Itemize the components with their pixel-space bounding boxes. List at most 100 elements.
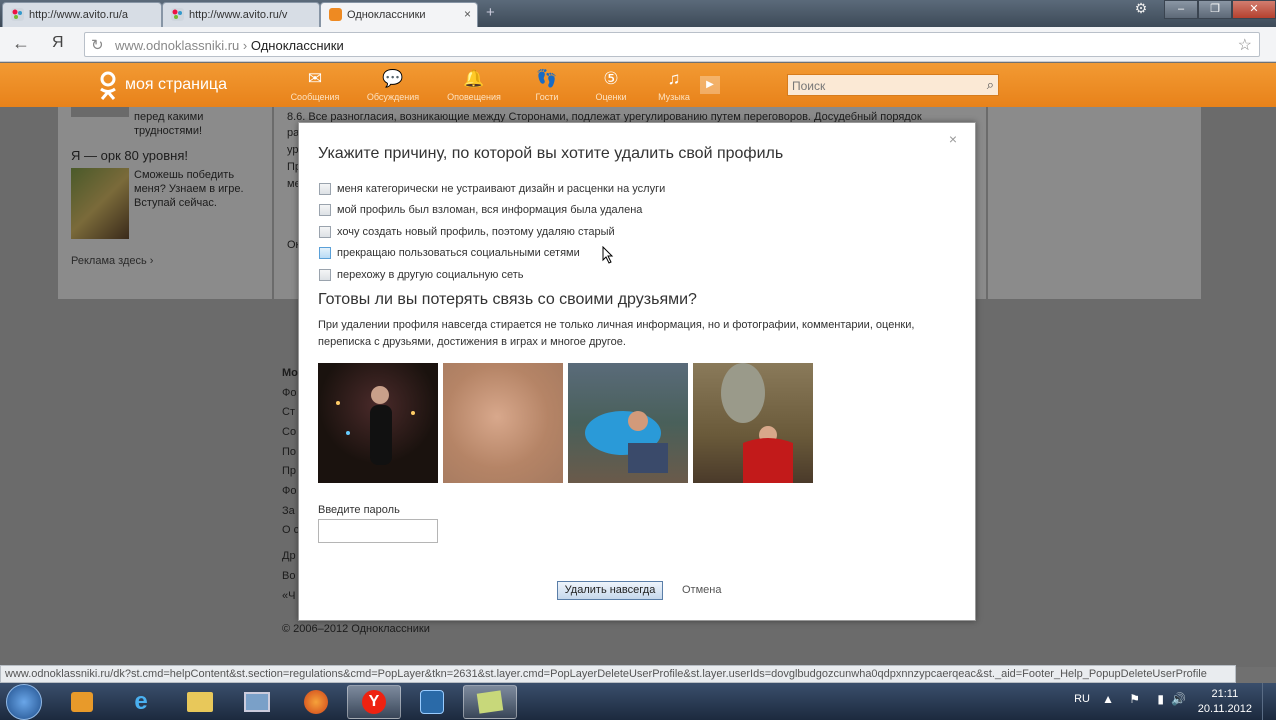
- ads-link[interactable]: Реклама здесь ›: [71, 254, 153, 268]
- footer-link[interactable]: Мо: [282, 366, 298, 380]
- reason-label: перехожу в другую социальную сеть: [337, 268, 524, 281]
- password-label: Введите пароль: [318, 504, 400, 516]
- agreement-fragment: ур: [287, 144, 299, 156]
- tray-expand-icon[interactable]: ▲: [1102, 692, 1114, 706]
- odnoklassniki-logo-icon[interactable]: [96, 71, 120, 101]
- rating-icon: ⑤: [603, 69, 619, 88]
- tab-label: http://www.avito.ru/a: [29, 9, 129, 21]
- reason-checkbox[interactable]: [319, 268, 331, 281]
- site-search-input[interactable]: Поиск ⌕: [787, 74, 999, 96]
- footer-link[interactable]: Фо: [282, 484, 296, 498]
- reason-option[interactable]: хочу создать новый профиль, поэтому удал…: [319, 221, 665, 243]
- close-window-button[interactable]: ✕: [1232, 0, 1276, 19]
- nav-label: Обсуждения: [366, 92, 420, 102]
- notes-icon[interactable]: [463, 685, 517, 719]
- tab-label: Одноклассники: [347, 9, 426, 21]
- site-header: моя страница ✉ Сообщения 💬 Обсуждения 🔔 …: [0, 63, 1276, 107]
- envelope-icon: ✉: [307, 69, 323, 88]
- reason-checkbox[interactable]: [319, 247, 331, 260]
- nav-label: Оповещения: [447, 92, 501, 102]
- orc-game-title[interactable]: Я — орк 80 уровня!: [71, 149, 188, 163]
- nav-discussions[interactable]: 💬 Обсуждения: [363, 68, 423, 102]
- network-icon[interactable]: ▮: [1157, 692, 1164, 706]
- flag-icon[interactable]: ⚑: [1129, 692, 1140, 706]
- url-separator: ›: [242, 38, 248, 53]
- orc-game-image[interactable]: [71, 168, 129, 239]
- new-tab-button[interactable]: +: [486, 4, 495, 21]
- start-button[interactable]: [6, 684, 42, 720]
- search-placeholder: Поиск: [792, 79, 826, 93]
- nav-music[interactable]: ♫ Музыка: [644, 68, 704, 102]
- footer-link[interactable]: Со: [282, 425, 296, 439]
- friend-photo[interactable]: [443, 363, 563, 483]
- password-field[interactable]: [318, 519, 438, 543]
- windows-taskbar: e Y RU ▲ ⚑ ▮ 🔊 21:11 20.11.2012: [0, 683, 1276, 720]
- my-page-link[interactable]: моя страница: [125, 76, 227, 94]
- nav-notifications[interactable]: 🔔 Оповещения: [444, 68, 504, 102]
- yandex-browser-icon[interactable]: Y: [347, 685, 401, 719]
- media-player-icon[interactable]: [55, 685, 109, 719]
- file-explorer-icon[interactable]: [173, 685, 227, 719]
- nav-ratings[interactable]: ⑤ Оценки: [581, 68, 641, 102]
- system-tray: RU ▲ ⚑ ▮ 🔊 21:11 20.11.2012: [1056, 683, 1276, 720]
- browser-tab-avito-2[interactable]: http://www.avito.ru/v: [162, 2, 320, 27]
- nav-messages[interactable]: ✉ Сообщения: [285, 68, 345, 102]
- footer-link[interactable]: Пр: [282, 464, 296, 478]
- discussion-icon: 💬: [382, 69, 404, 88]
- footer-link[interactable]: Фо: [282, 386, 296, 400]
- firefox-icon[interactable]: [289, 685, 343, 719]
- friend-photo[interactable]: [693, 363, 813, 483]
- reason-option[interactable]: меня категорически не устраивают дизайн …: [319, 178, 665, 200]
- bookmark-star-icon[interactable]: ☆: [1238, 35, 1252, 55]
- play-icon[interactable]: ▶: [700, 76, 720, 94]
- back-arrow-icon[interactable]: ←: [12, 33, 30, 54]
- gear-icon[interactable]: ⚙: [1126, 0, 1156, 20]
- reason-label: прекращаю пользоваться социальными сетям…: [337, 247, 580, 260]
- music-icon: ♫: [667, 69, 681, 88]
- friend-photo[interactable]: [568, 363, 688, 483]
- footer-link[interactable]: Во: [282, 569, 295, 583]
- footer-link[interactable]: Др: [282, 549, 296, 563]
- show-desktop-button[interactable]: [1262, 683, 1276, 720]
- right-column: [988, 107, 1201, 299]
- minimize-button[interactable]: –: [1164, 0, 1198, 19]
- reason-checkbox[interactable]: [319, 182, 331, 195]
- friends-title: Готовы ли вы потерять связь со своими др…: [318, 291, 697, 308]
- close-icon[interactable]: ×: [949, 131, 957, 147]
- maximize-button[interactable]: ❐: [1198, 0, 1232, 19]
- orc-game-text: Сможешь победить меня? Узнаем в игре. Вс…: [134, 169, 244, 209]
- clock[interactable]: 21:11 20.11.2012: [1198, 687, 1252, 717]
- footer-link[interactable]: «Ч: [282, 589, 295, 603]
- internet-explorer-icon[interactable]: e: [114, 685, 168, 719]
- nav-label: Оценки: [595, 92, 627, 102]
- footer-link[interactable]: За: [282, 504, 295, 518]
- footer-link[interactable]: Ст: [282, 405, 295, 419]
- cancel-link[interactable]: Отмена: [682, 584, 721, 596]
- app-icon[interactable]: [405, 685, 459, 719]
- delete-forever-button[interactable]: Удалить навсегда: [557, 581, 663, 600]
- volume-icon[interactable]: 🔊: [1171, 692, 1186, 706]
- reason-label: мой профиль был взломан, вся информация …: [337, 204, 643, 217]
- footer-link[interactable]: О с: [282, 523, 299, 537]
- nav-guests[interactable]: 👣 Гости: [517, 68, 577, 102]
- browser-tab-odnoklassniki[interactable]: Одноклассники ×: [320, 2, 478, 27]
- footprints-icon: 👣: [536, 69, 558, 88]
- reason-checkbox[interactable]: [319, 204, 331, 217]
- mouse-cursor-icon: [602, 245, 614, 269]
- left-promo-text: перед какими трудностями!: [134, 111, 204, 137]
- language-indicator[interactable]: RU: [1074, 693, 1090, 705]
- yandex-logo[interactable]: Я: [52, 34, 64, 52]
- friend-photo[interactable]: [318, 363, 438, 483]
- reason-label: меня категорически не устраивают дизайн …: [337, 182, 666, 195]
- nav-label: Сообщения: [290, 92, 340, 102]
- remote-desktop-icon[interactable]: [230, 685, 284, 719]
- close-tab-icon[interactable]: ×: [464, 7, 471, 21]
- reason-option[interactable]: мой профиль был взломан, вся информация …: [319, 200, 665, 222]
- avito-icon: [171, 8, 184, 21]
- address-bar[interactable]: ↻ www.odnoklassniki.ru › Одноклассники ☆: [84, 32, 1260, 57]
- reason-checkbox[interactable]: [319, 225, 331, 238]
- browser-tab-avito-1[interactable]: http://www.avito.ru/a: [2, 2, 162, 27]
- footer-link[interactable]: По: [282, 445, 296, 459]
- refresh-icon[interactable]: ↻: [91, 36, 104, 54]
- search-icon[interactable]: ⌕: [987, 77, 994, 93]
